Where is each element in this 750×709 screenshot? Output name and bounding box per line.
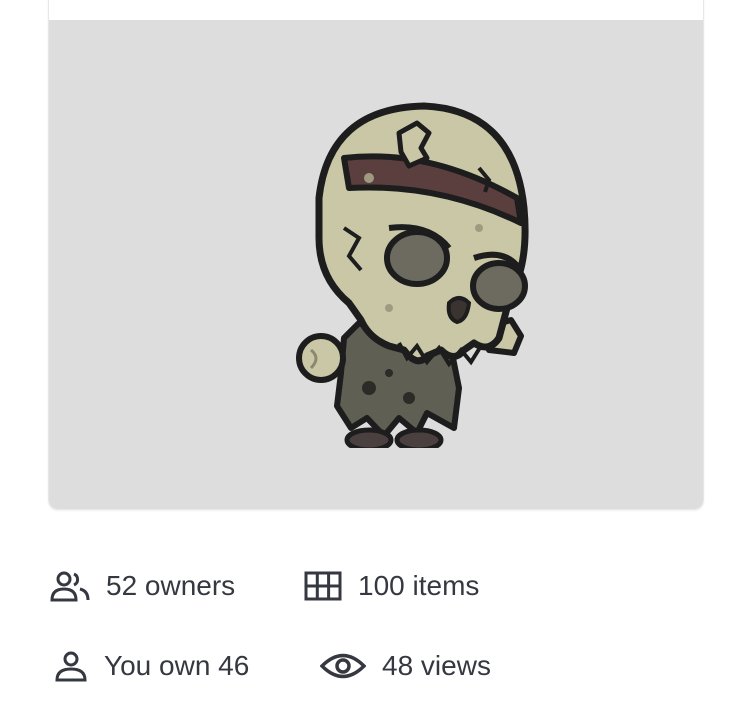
person-icon xyxy=(54,650,88,682)
owners-stat[interactable]: 52 owners xyxy=(50,570,235,602)
views-stat[interactable]: 48 views xyxy=(320,650,491,682)
people-icon xyxy=(50,570,90,602)
you-own-stat[interactable]: You own 46 xyxy=(54,650,249,682)
zombie-skull-image xyxy=(296,102,529,448)
grid-icon xyxy=(304,571,342,601)
card-header-strip xyxy=(49,0,703,20)
asset-card xyxy=(48,0,704,510)
items-stat[interactable]: 100 items xyxy=(304,570,479,602)
owners-count: 52 owners xyxy=(106,570,236,601)
views-count: 48 views xyxy=(382,650,491,681)
items-count: 100 items xyxy=(358,570,480,601)
you-own-count: You own 46 xyxy=(104,650,250,681)
eye-icon xyxy=(320,651,366,681)
asset-media[interactable] xyxy=(49,20,703,509)
